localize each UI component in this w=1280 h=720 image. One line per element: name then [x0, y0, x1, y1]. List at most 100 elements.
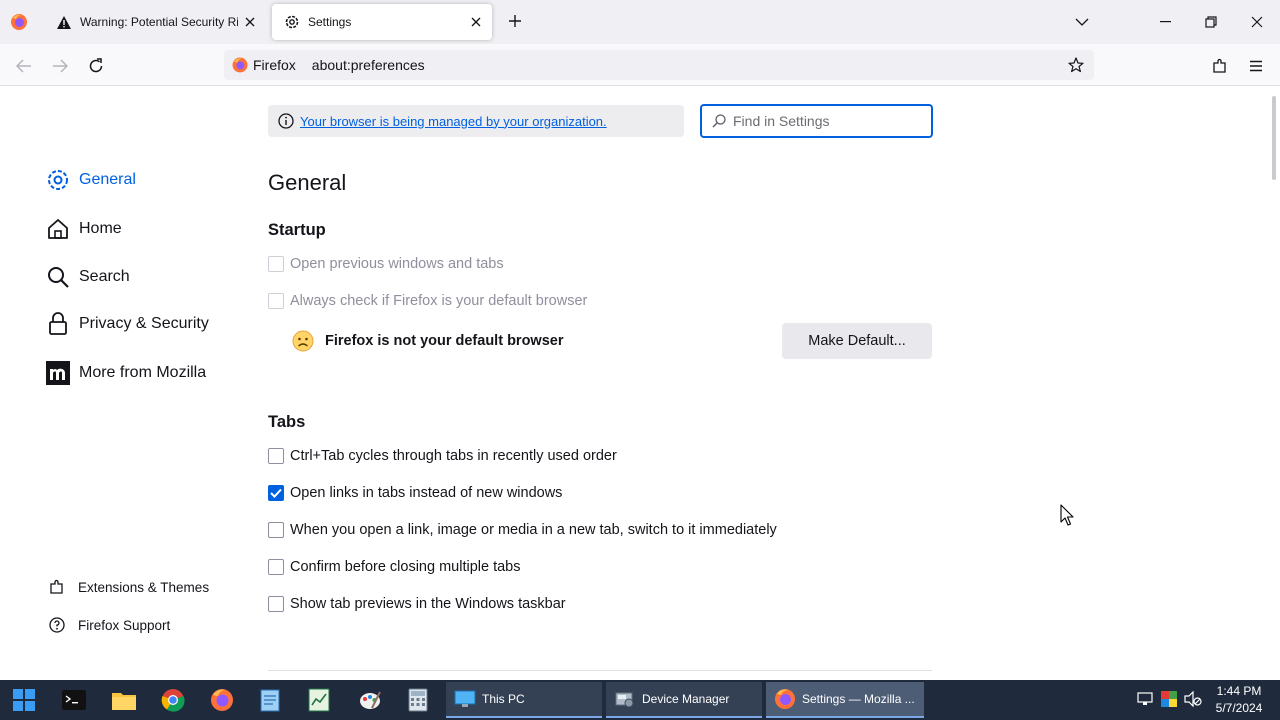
checkbox[interactable]: [268, 293, 284, 309]
plus-icon: [509, 15, 521, 27]
task-label: Device Manager: [642, 692, 730, 706]
checkbox-label: Open links in tabs instead of new window…: [290, 485, 563, 501]
restore-icon: [1205, 16, 1217, 28]
spreadsheet-taskbar-icon[interactable]: [305, 686, 333, 714]
extensions-button[interactable]: [1206, 52, 1234, 80]
identity-box[interactable]: Firefox: [232, 57, 296, 73]
checkbox-label: Open previous windows and tabs: [290, 256, 504, 272]
close-window-button[interactable]: [1242, 8, 1272, 36]
checkbox-open-links-in-tabs[interactable]: Open links in tabs instead of new window…: [268, 485, 562, 501]
url-bar[interactable]: Firefox about:preferences: [224, 50, 1094, 80]
color-app-tray-icon[interactable]: [1160, 690, 1178, 708]
paint-taskbar-icon[interactable]: [356, 686, 384, 714]
reload-button[interactable]: [82, 52, 110, 80]
sidebar-item-general[interactable]: General: [46, 168, 136, 192]
checkbox[interactable]: [268, 448, 284, 464]
tabs-heading: Tabs: [268, 413, 306, 431]
back-button[interactable]: [10, 52, 38, 80]
checkbox-label: Confirm before closing multiple tabs: [290, 559, 521, 575]
sidebar-item-label: Home: [79, 220, 122, 237]
sidebar-item-extensions-themes[interactable]: Extensions & Themes: [48, 578, 209, 596]
identity-label: Firefox: [253, 57, 296, 73]
minimize-button[interactable]: [1150, 8, 1180, 36]
close-tab-icon[interactable]: [238, 10, 262, 34]
terminal-icon: [62, 690, 86, 710]
lock-icon: [46, 312, 70, 336]
sidebar-item-label: Privacy & Security: [79, 315, 209, 332]
home-icon: [46, 217, 70, 241]
terminal-taskbar-icon[interactable]: [60, 686, 88, 714]
close-tab-icon[interactable]: [464, 10, 488, 34]
checkbox-switch-to-new-tab[interactable]: When you open a link, image or media in …: [268, 522, 777, 538]
startup-heading: Startup: [268, 221, 326, 239]
checkmark-icon: [270, 488, 282, 498]
speaker-muted-icon: [1184, 691, 1202, 707]
firefox-taskbar-icon[interactable]: [208, 686, 236, 714]
settings-search[interactable]: [700, 104, 933, 138]
app-menu-button[interactable]: [1242, 52, 1270, 80]
volume-tray-icon[interactable]: [1184, 690, 1202, 708]
make-default-button[interactable]: Make Default...: [782, 323, 932, 359]
calculator-taskbar-icon[interactable]: [404, 686, 432, 714]
arrow-left-icon: [16, 59, 31, 73]
checkbox[interactable]: [268, 522, 284, 538]
checkbox-label: When you open a link, image or media in …: [290, 522, 777, 538]
tab-security-warning[interactable]: Warning: Potential Security Risk Ahead: [44, 4, 266, 40]
checkbox-confirm-closing-tabs[interactable]: Confirm before closing multiple tabs: [268, 559, 521, 575]
notepad-taskbar-icon[interactable]: [256, 686, 284, 714]
checkbox[interactable]: [268, 559, 284, 575]
scrollbar-thumb[interactable]: [1272, 96, 1276, 180]
network-tray-icon[interactable]: [1136, 690, 1154, 708]
sidebar-item-label: General: [79, 171, 136, 188]
taskbar-task-this-pc[interactable]: This PC: [446, 682, 602, 718]
sidebar-footer-label: Extensions & Themes: [78, 579, 210, 595]
start-button[interactable]: [10, 686, 38, 714]
puzzle-icon: [48, 578, 66, 596]
url-text[interactable]: about:preferences: [312, 57, 425, 73]
sidebar-item-search[interactable]: Search: [46, 265, 130, 289]
bookmark-star-button[interactable]: [1066, 55, 1086, 75]
reload-icon: [89, 58, 103, 73]
new-tab-button[interactable]: [504, 10, 526, 32]
checkbox[interactable]: [268, 485, 284, 501]
gear-icon: [46, 168, 70, 192]
search-icon: [711, 113, 727, 129]
spreadsheet-icon: [308, 688, 330, 712]
restore-button[interactable]: [1196, 8, 1226, 36]
page-title: General: [268, 170, 347, 195]
checkbox-ctrl-tab-cycles[interactable]: Ctrl+Tab cycles through tabs in recently…: [268, 448, 617, 464]
tab-label: Warning: Potential Security Risk Ahead: [80, 15, 238, 29]
tab-bar: Warning: Potential Security Risk Ahead S…: [0, 0, 1280, 44]
sidebar-item-more-from-mozilla[interactable]: More from Mozilla: [46, 361, 206, 385]
notepad-icon: [260, 689, 280, 712]
forward-button[interactable]: [46, 52, 74, 80]
sidebar-item-privacy-security[interactable]: Privacy & Security: [46, 312, 209, 336]
checkbox-always-check-default[interactable]: Always check if Firefox is your default …: [268, 293, 587, 309]
info-icon: [278, 113, 294, 129]
sidebar-item-home[interactable]: Home: [46, 217, 122, 241]
puzzle-icon: [1213, 58, 1226, 73]
device-manager-icon: [614, 688, 636, 710]
firefox-logo-icon: [232, 57, 248, 73]
taskbar-task-device-manager[interactable]: Device Manager: [606, 682, 762, 718]
sidebar-item-firefox-support[interactable]: Firefox Support: [48, 616, 170, 634]
search-icon: [46, 265, 70, 289]
firefox-view-icon[interactable]: [10, 13, 28, 31]
file-explorer-taskbar-icon[interactable]: [110, 686, 138, 714]
policy-link[interactable]: Your browser is being managed by your or…: [300, 114, 607, 129]
checkbox[interactable]: [268, 596, 284, 612]
taskbar-clock[interactable]: 1:44 PM 5/7/2024: [1206, 683, 1272, 717]
network-icon: [1137, 692, 1153, 705]
clock-time: 1:44 PM: [1216, 684, 1262, 698]
checkbox[interactable]: [268, 256, 284, 272]
taskbar-task-firefox-settings[interactable]: Settings — Mozilla ...: [766, 682, 924, 718]
sidebar-item-label: More from Mozilla: [79, 364, 207, 381]
help-icon: [48, 616, 66, 634]
list-all-tabs-button[interactable]: [1067, 8, 1097, 36]
search-input[interactable]: [733, 113, 923, 129]
checkbox-open-previous-windows[interactable]: Open previous windows and tabs: [268, 256, 504, 272]
checkbox-tab-previews-taskbar[interactable]: Show tab previews in the Windows taskbar: [268, 596, 566, 612]
tab-settings[interactable]: Settings: [272, 4, 492, 40]
chrome-taskbar-icon[interactable]: [159, 686, 187, 714]
hamburger-menu-icon: [1250, 60, 1262, 72]
